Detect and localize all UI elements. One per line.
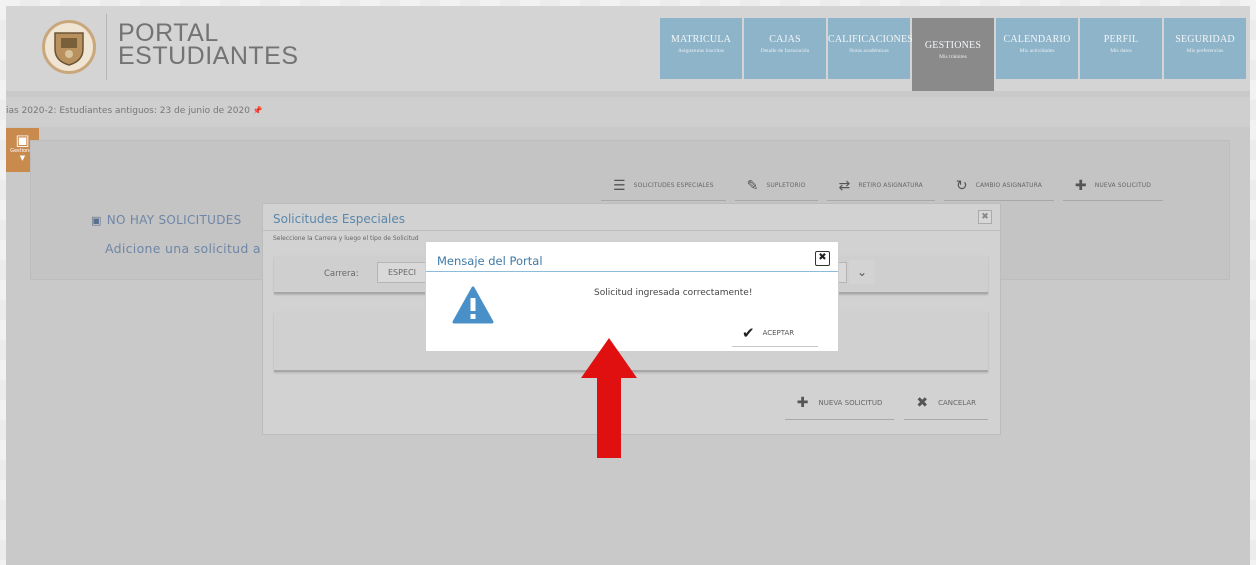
nav-title: MATRICULA — [670, 34, 732, 45]
university-logo[interactable] — [42, 20, 96, 74]
nav-cajas[interactable]: CAJAS Detalle de facturación — [744, 18, 826, 79]
retiro-asignatura-button[interactable]: ⇄ RETIRO ASIGNATURA — [826, 171, 935, 201]
supletorio-button[interactable]: ✎ SUPLETORIO — [734, 171, 818, 201]
dialog-title: Mensaje del Portal — [437, 254, 543, 268]
close-icon[interactable]: ✖ — [978, 210, 992, 224]
button-label: SUPLETORIO — [766, 182, 806, 189]
list-icon: ☰ — [613, 177, 626, 194]
button-label: NUEVA SOLICITUD — [1094, 182, 1151, 189]
nav-subtitle: Mis actividades — [1019, 48, 1055, 54]
plus-icon: ✚ — [796, 394, 809, 411]
modal-actions: ✚ NUEVA SOLICITUD ✖ CANCELAR — [784, 386, 988, 420]
plus-icon: ✚ — [1074, 177, 1087, 194]
nav-gestiones[interactable]: GESTIONES Mis trámites — [912, 18, 994, 91]
info-bar: ias 2020-2: Estudiantes antiguos: 23 de … — [6, 97, 1250, 127]
edit-icon: ✎ — [746, 177, 759, 194]
nav-title: CALIFICACIONES — [828, 34, 914, 45]
no-solicitudes-heading: ▣ NO HAY SOLICITUDES — [91, 213, 242, 227]
gestiones-toolbar: ☰ SOLICITUDES ESPECIALES ✎ SUPLETORIO ⇄ … — [601, 171, 1163, 201]
button-label: SOLICITUDES ESPECIALES — [633, 182, 714, 189]
warning-icon — [452, 286, 494, 324]
nav-subtitle: Notas académicas — [849, 48, 889, 54]
carrera-label: Carrera: — [324, 269, 359, 279]
no-solicitudes-text: NO HAY SOLICITUDES — [106, 213, 242, 227]
pin-icon[interactable]: 📌 — [253, 106, 263, 115]
nav-title: CALENDARIO — [1003, 34, 1071, 45]
nav-seguridad[interactable]: SEGURIDAD Mis preferencias — [1164, 18, 1246, 79]
button-label: NUEVA SOLICITUD — [818, 398, 883, 407]
nav-subtitle: Detalle de facturación — [760, 48, 810, 54]
dialog-divider — [426, 271, 838, 272]
retweet-icon: ↻ — [955, 177, 968, 194]
button-label: CAMBIO ASIGNATURA — [975, 182, 1042, 189]
info-text: ias 2020-2: Estudiantes antiguos: 23 de … — [6, 106, 253, 116]
nueva-solicitud-button[interactable]: ✚ NUEVA SOLICITUD — [784, 386, 895, 420]
portal-app: PORTAL ESTUDIANTES MATRICULA Asignaturas… — [6, 6, 1250, 565]
close-icon[interactable]: ✖ — [815, 251, 830, 266]
chevron-down-icon[interactable]: ⌄ — [849, 260, 875, 284]
red-arrow-annotation — [581, 338, 637, 458]
modal-divider — [263, 230, 1000, 231]
modal-hint: Seleccione la Carrera y luego el tipo de… — [273, 235, 419, 242]
shuffle-icon: ⇄ — [838, 177, 851, 194]
cancelar-button[interactable]: ✖ CANCELAR — [904, 386, 988, 420]
button-label: RETIRO ASIGNATURA — [858, 182, 923, 189]
briefcase-icon: ▣ — [91, 214, 102, 227]
nav-title: PERFIL — [1103, 34, 1139, 45]
nav-subtitle: Asignaturas inscritas — [678, 48, 724, 54]
button-label: ACEPTAR — [762, 328, 795, 337]
brand-line-2: ESTUDIANTES — [118, 42, 299, 70]
nav-title: GESTIONES — [924, 40, 982, 51]
main-nav: MATRICULA Asignaturas inscritas CAJAS De… — [660, 18, 1246, 91]
logo-divider — [106, 14, 107, 80]
aceptar-button[interactable]: ✔ ACEPTAR — [732, 319, 818, 347]
check-icon: ✔ — [742, 323, 755, 342]
nav-subtitle: Mis trámites — [939, 54, 967, 60]
crest-icon — [54, 32, 84, 66]
nav-perfil[interactable]: PERFIL Mis datos — [1080, 18, 1162, 79]
nav-calendario[interactable]: CALENDARIO Mis actividades — [996, 18, 1078, 79]
button-label: CANCELAR — [938, 398, 976, 407]
dialog-message: Solicitud ingresada correctamente! — [594, 288, 753, 298]
close-icon: ✖ — [916, 394, 929, 411]
nav-subtitle: Mis datos — [1110, 48, 1132, 54]
solicitudes-especiales-button[interactable]: ☰ SOLICITUDES ESPECIALES — [601, 171, 726, 201]
nav-matricula[interactable]: MATRICULA Asignaturas inscritas — [660, 18, 742, 79]
add-solicitud-hint: Adicione una solicitud a tra — [105, 241, 284, 256]
modal-title: Solicitudes Especiales — [273, 212, 406, 226]
nav-title: CAJAS — [769, 34, 801, 45]
nav-subtitle: Mis preferencias — [1186, 48, 1224, 54]
nav-title: SEGURIDAD — [1175, 34, 1235, 45]
header: PORTAL ESTUDIANTES MATRICULA Asignaturas… — [6, 6, 1250, 91]
nueva-solicitud-button[interactable]: ✚ NUEVA SOLICITUD — [1062, 171, 1163, 201]
portal-brand: PORTAL ESTUDIANTES — [118, 21, 299, 70]
cambio-asignatura-button[interactable]: ↻ CAMBIO ASIGNATURA — [943, 171, 1054, 201]
nav-calificaciones[interactable]: CALIFICACIONES Notas académicas — [828, 18, 914, 79]
